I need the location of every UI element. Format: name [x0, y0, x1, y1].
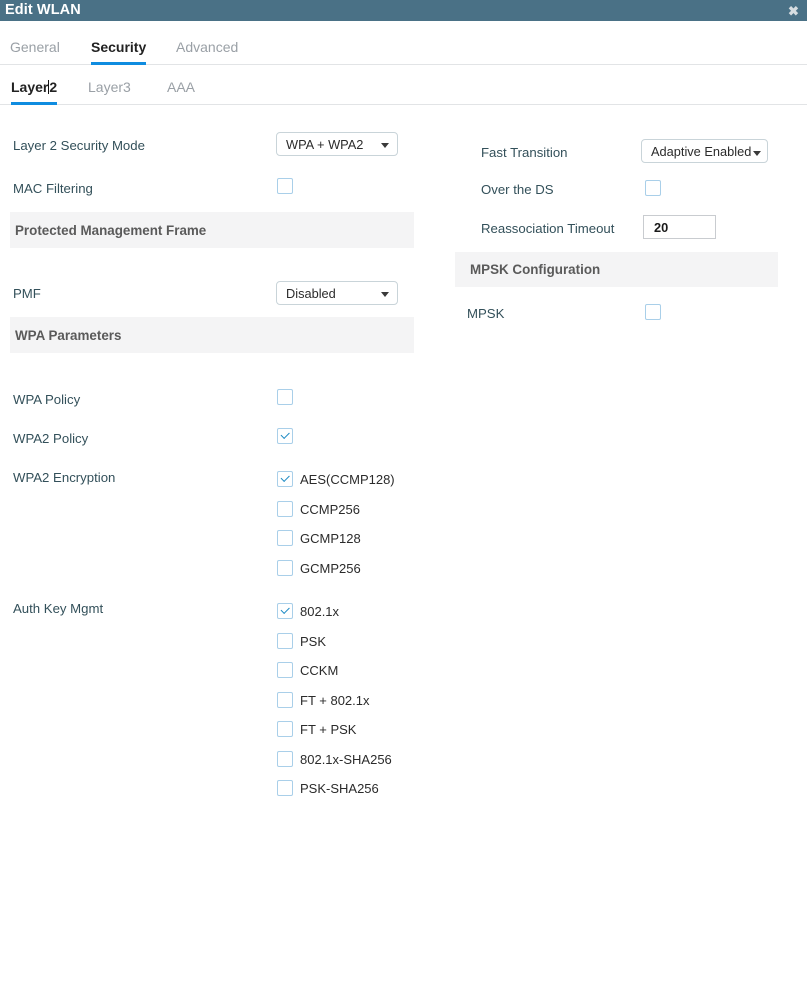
- wpa2-encryption-option-gcmp256-checkbox[interactable]: [277, 560, 293, 576]
- reassociation-timeout-input[interactable]: 20: [643, 215, 716, 239]
- wpa2-encryption-option-ccmp256-checkbox[interactable]: [277, 501, 293, 517]
- main-tab-bar: General Security Advanced: [0, 21, 807, 65]
- tab-layer2-label-part1: Layer: [11, 79, 49, 95]
- auth-key-mgmt-label: Auth Key Mgmt: [13, 601, 104, 616]
- fast-transition-label: Fast Transition: [481, 145, 568, 160]
- tab-security[interactable]: Security: [91, 39, 147, 65]
- auth-key-mgmt-option-psk-sha256-checkbox[interactable]: [277, 780, 293, 796]
- auth-key-mgmt-option-psk-checkbox[interactable]: [277, 633, 293, 649]
- window-title: Edit WLAN: [5, 2, 81, 18]
- tab-advanced[interactable]: Advanced: [176, 39, 238, 64]
- tab-layer2-label-part2: 2: [49, 79, 58, 95]
- tab-general[interactable]: General: [10, 39, 60, 64]
- wpa2-encryption-option-ccmp256-label: CCMP256: [300, 502, 360, 517]
- tab-layer2[interactable]: Layer2: [11, 79, 58, 105]
- wpa2-encryption-option-aes-label: AES(CCMP128): [300, 472, 395, 487]
- wpa2-policy-label: WPA2 Policy: [13, 431, 89, 446]
- wpa2-encryption-option-gcmp128-label: GCMP128: [300, 531, 361, 546]
- chevron-down-icon: [381, 143, 389, 148]
- auth-key-mgmt-option-cckm-label: CCKM: [300, 663, 339, 678]
- auth-key-mgmt-option-cckm-checkbox[interactable]: [277, 662, 293, 678]
- protected-management-frame-header: Protected Management Frame: [15, 223, 207, 238]
- auth-key-mgmt-option-8021x-label: 802.1x: [300, 604, 340, 619]
- window-titlebar: Edit WLAN ✖: [0, 0, 807, 21]
- auth-key-mgmt-option-8021x-sha256-label: 802.1x-SHA256: [300, 752, 392, 767]
- pmf-select[interactable]: Disabled: [276, 281, 398, 305]
- wpa2-encryption-option-gcmp128-checkbox[interactable]: [277, 530, 293, 546]
- wpa2-encryption-option-gcmp256-label: GCMP256: [300, 561, 361, 576]
- close-icon[interactable]: ✖: [787, 4, 800, 17]
- auth-key-mgmt-option-8021x-sha256-checkbox[interactable]: [277, 751, 293, 767]
- wpa-policy-checkbox[interactable]: [277, 389, 293, 405]
- reassociation-timeout-label: Reassociation Timeout: [481, 221, 615, 236]
- auth-key-mgmt-option-ft-psk-label: FT + PSK: [300, 722, 357, 737]
- auth-key-mgmt-option-psk-label: PSK: [300, 634, 327, 649]
- wpa2-encryption-label: WPA2 Encryption: [13, 470, 116, 485]
- chevron-down-icon: [381, 292, 389, 297]
- auth-key-mgmt-option-ft-8021x-checkbox[interactable]: [277, 692, 293, 708]
- auth-key-mgmt-option-ft-psk-checkbox[interactable]: [277, 721, 293, 737]
- wpa-policy-label: WPA Policy: [13, 392, 81, 407]
- wpa2-encryption-option-aes-checkbox[interactable]: [277, 471, 293, 487]
- tab-aaa[interactable]: AAA: [167, 79, 195, 104]
- auth-key-mgmt-option-ft-8021x-label: FT + 802.1x: [300, 693, 370, 708]
- auth-key-mgmt-option-psk-sha256-label: PSK-SHA256: [300, 781, 379, 796]
- fast-transition-value: Adaptive Enabled: [651, 143, 752, 159]
- fast-transition-select[interactable]: Adaptive Enabled: [641, 139, 768, 163]
- layer2-security-mode-label: Layer 2 Security Mode: [13, 138, 145, 153]
- pmf-label: PMF: [13, 286, 41, 301]
- mpsk-checkbox[interactable]: [645, 304, 661, 320]
- chevron-down-icon: [753, 151, 761, 156]
- over-the-ds-checkbox[interactable]: [645, 180, 661, 196]
- mac-filtering-checkbox[interactable]: [277, 178, 293, 194]
- pmf-value: Disabled: [286, 285, 336, 301]
- mpsk-configuration-header: MPSK Configuration: [470, 262, 601, 277]
- mpsk-label: MPSK: [467, 306, 505, 321]
- mac-filtering-label: MAC Filtering: [13, 181, 93, 196]
- sub-tab-bar: Layer2 Layer3 AAA: [0, 66, 807, 105]
- over-the-ds-label: Over the DS: [481, 182, 554, 197]
- layer2-security-mode-value: WPA + WPA2: [286, 136, 364, 152]
- tab-layer3[interactable]: Layer3: [88, 79, 131, 104]
- reassociation-timeout-value: 20: [654, 219, 669, 235]
- wpa-parameters-header: WPA Parameters: [15, 328, 122, 343]
- wpa2-policy-checkbox[interactable]: [277, 428, 293, 444]
- layer2-security-mode-select[interactable]: WPA + WPA2: [276, 132, 398, 156]
- auth-key-mgmt-option-8021x-checkbox[interactable]: [277, 603, 293, 619]
